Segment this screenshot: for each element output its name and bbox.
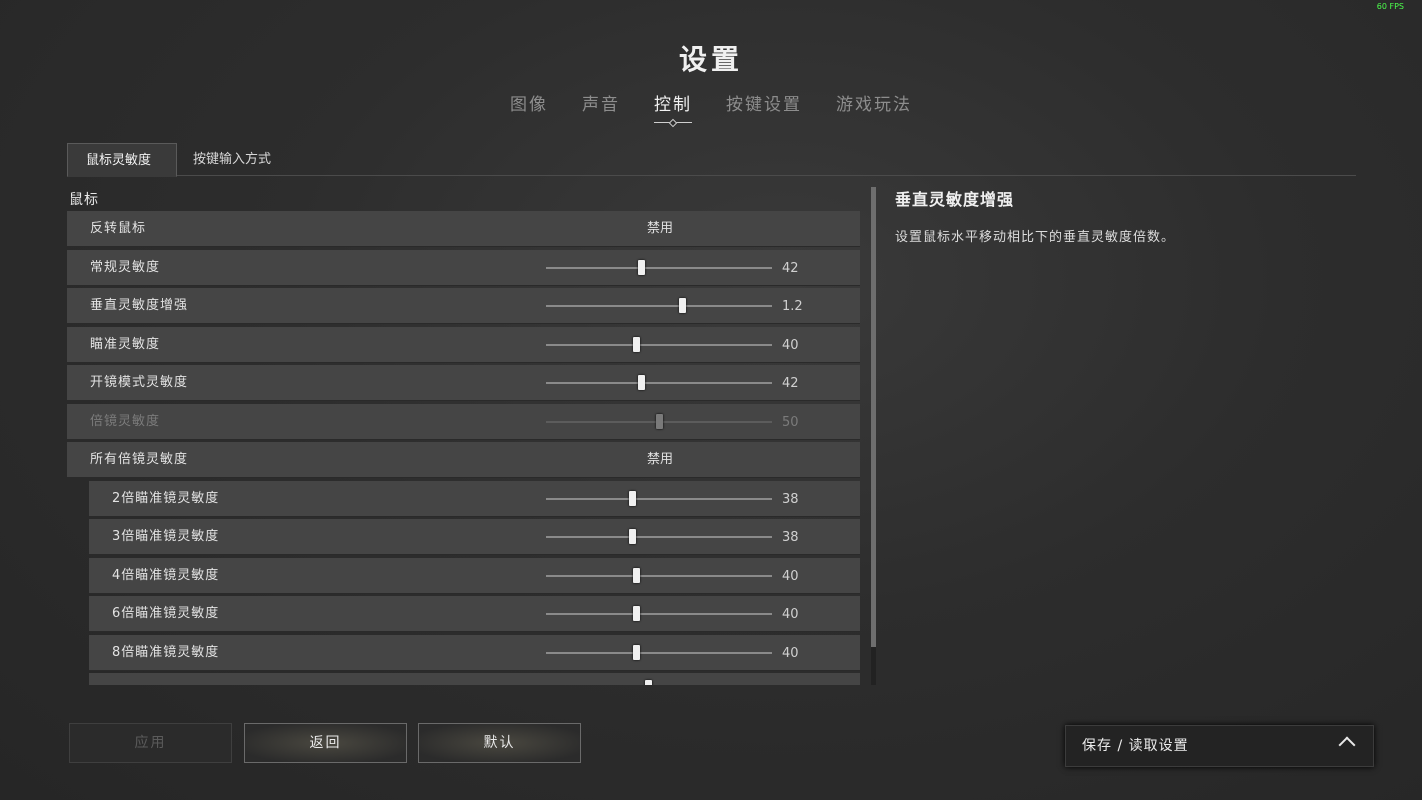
slider-track[interactable]	[546, 336, 772, 352]
slider-value: 38	[782, 530, 799, 545]
slider-track[interactable]	[546, 259, 772, 275]
sub-tabs: 鼠标灵敏度 按键输入方式	[67, 143, 1356, 177]
save-load-label: 保存 / 读取设置	[1082, 738, 1189, 754]
slider-track	[546, 413, 772, 429]
setting-row-2x-scope[interactable]: 2倍瞄准镜灵敏度 38	[89, 480, 860, 517]
setting-row-6x-scope[interactable]: 6倍瞄准镜灵敏度 40	[89, 596, 860, 632]
setting-row-aim-sensitivity[interactable]: 瞄准灵敏度 40	[67, 326, 860, 363]
slider-thumb[interactable]	[633, 644, 641, 660]
setting-label: 常规灵敏度	[90, 259, 161, 275]
setting-row-4x-scope[interactable]: 4倍瞄准镜灵敏度 40	[89, 557, 860, 594]
setting-label: 8倍瞄准镜灵敏度	[112, 644, 220, 660]
slider-track[interactable]	[546, 644, 772, 660]
setting-label: 开镜模式灵敏度	[90, 375, 189, 390]
setting-row-scope-sensitivity: 倍镜灵敏度 50	[67, 403, 860, 440]
subtab-key-input-mode[interactable]: 按键输入方式	[175, 143, 289, 175]
setting-row-ads-sensitivity[interactable]: 开镜模式灵敏度 42	[67, 365, 860, 401]
slider-thumb[interactable]	[637, 375, 645, 390]
tab-keybindings[interactable]: 按键设置	[726, 90, 802, 123]
slider-value: 40	[782, 607, 799, 622]
setting-label: 瞄准灵敏度	[90, 336, 161, 352]
setting-row-partial[interactable]	[89, 673, 860, 685]
info-description: 设置鼠标水平移动相比下的垂直灵敏度倍数。	[895, 230, 1176, 245]
slider-value: 40	[782, 337, 799, 353]
slider-thumb[interactable]	[633, 567, 641, 583]
slider-thumb[interactable]	[628, 490, 636, 506]
setting-label: 倍镜灵敏度	[90, 413, 161, 429]
setting-toggle-value[interactable]: 禁用	[647, 442, 673, 478]
setting-label: 垂直灵敏度增强	[90, 298, 189, 313]
setting-row-general-sensitivity[interactable]: 常规灵敏度 42	[67, 249, 860, 286]
settings-list: 反转鼠标 禁用 常规灵敏度 42 垂直灵敏度增强 1.2 瞄准灵敏度 40 开镜…	[67, 211, 860, 685]
tab-graphics[interactable]: 图像	[510, 90, 548, 123]
slider-value: 50	[782, 414, 799, 430]
slider-track[interactable]	[546, 375, 772, 390]
tab-sound[interactable]: 声音	[582, 90, 620, 123]
chevron-up-icon	[1338, 736, 1356, 754]
slider-track[interactable]	[546, 606, 772, 621]
tab-control[interactable]: 控制	[654, 90, 692, 123]
setting-toggle-value[interactable]: 禁用	[647, 211, 673, 247]
fps-counter: 60 FPS	[1376, 2, 1404, 11]
main-tabs: 图像 声音 控制 按键设置 游戏玩法	[0, 90, 1422, 123]
section-label-mouse: 鼠标	[69, 192, 99, 208]
slider-thumb[interactable]	[644, 680, 652, 685]
settings-scrollbar[interactable]	[871, 187, 876, 685]
setting-row-8x-scope[interactable]: 8倍瞄准镜灵敏度 40	[89, 634, 860, 671]
slider-track[interactable]	[546, 298, 772, 313]
tab-gameplay[interactable]: 游戏玩法	[836, 90, 912, 123]
apply-button[interactable]: 应用	[69, 723, 232, 763]
slider-thumb[interactable]	[633, 336, 641, 352]
slider-value: 40	[782, 645, 799, 661]
slider-value: 42	[782, 260, 799, 276]
setting-label: 所有倍镜灵敏度	[90, 452, 189, 467]
default-button[interactable]: 默认	[418, 723, 581, 763]
slider-thumb[interactable]	[678, 298, 686, 313]
slider-thumb[interactable]	[633, 606, 641, 621]
setting-row-3x-scope[interactable]: 3倍瞄准镜灵敏度 38	[89, 519, 860, 555]
page-title: 设置	[678, 43, 743, 76]
setting-label: 3倍瞄准镜灵敏度	[112, 529, 220, 544]
slider-track[interactable]	[546, 567, 772, 583]
scrollbar-thumb[interactable]	[871, 187, 876, 647]
back-button[interactable]: 返回	[244, 723, 407, 763]
setting-label: 4倍瞄准镜灵敏度	[112, 567, 220, 583]
setting-label: 反转鼠标	[90, 221, 147, 236]
save-load-settings-button[interactable]: 保存 / 读取设置	[1065, 725, 1374, 767]
slider-thumb[interactable]	[628, 529, 636, 544]
setting-row-invert-mouse[interactable]: 反转鼠标 禁用	[67, 211, 860, 247]
slider-value: 38	[782, 491, 799, 507]
slider-value: 1.2	[782, 299, 803, 314]
slider-track[interactable]	[546, 490, 772, 506]
setting-row-all-scopes-sensitivity[interactable]: 所有倍镜灵敏度 禁用	[67, 442, 860, 478]
setting-label: 2倍瞄准镜灵敏度	[112, 490, 220, 506]
slider-value: 40	[782, 568, 799, 584]
slider-track[interactable]	[546, 529, 772, 544]
slider-value: 42	[782, 376, 799, 391]
slider-thumb	[656, 413, 663, 429]
setting-label: 6倍瞄准镜灵敏度	[112, 606, 220, 621]
info-title: 垂直灵敏度增强	[895, 190, 1015, 209]
subtab-mouse-sensitivity[interactable]: 鼠标灵敏度	[67, 143, 177, 177]
slider-thumb[interactable]	[637, 259, 645, 275]
setting-row-vertical-boost[interactable]: 垂直灵敏度增强 1.2	[67, 288, 860, 324]
